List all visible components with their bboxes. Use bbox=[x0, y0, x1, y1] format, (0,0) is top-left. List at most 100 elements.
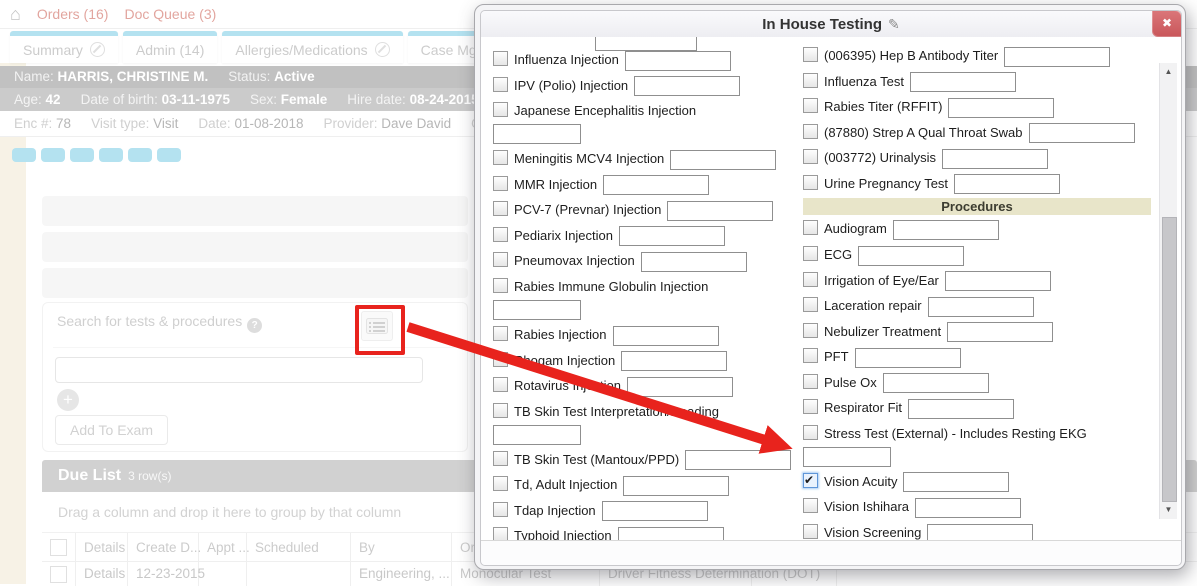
add-to-exam-button[interactable]: Add To Exam bbox=[55, 415, 168, 445]
add-icon[interactable]: + bbox=[57, 389, 79, 411]
dialog-header[interactable]: In House Testing✎ ✖ bbox=[481, 11, 1181, 38]
due-list-cell[interactable] bbox=[199, 562, 247, 586]
due-list-cell[interactable]: Details bbox=[76, 562, 128, 586]
column-header[interactable]: Create D... bbox=[128, 533, 199, 562]
test-checkbox[interactable] bbox=[493, 451, 508, 466]
procedure-result-input[interactable] bbox=[915, 498, 1021, 518]
column-header[interactable]: Appt ... bbox=[199, 533, 247, 562]
test-checkbox[interactable] bbox=[493, 102, 508, 117]
exam-section-header[interactable] bbox=[42, 196, 468, 226]
procedure-checkbox[interactable] bbox=[803, 323, 818, 338]
test-checkbox[interactable] bbox=[493, 403, 508, 418]
test-result-input[interactable] bbox=[493, 124, 581, 144]
test-checkbox[interactable] bbox=[493, 527, 508, 541]
test-result-input[interactable] bbox=[910, 72, 1016, 92]
test-checkbox[interactable] bbox=[493, 176, 508, 191]
due-list-cell[interactable]: 12-23-2015 bbox=[128, 562, 199, 586]
exam-section-header[interactable] bbox=[42, 232, 468, 262]
procedure-checkbox[interactable] bbox=[803, 498, 818, 513]
edit-title-icon[interactable]: ✎ bbox=[888, 16, 900, 32]
procedure-checkbox[interactable] bbox=[803, 297, 818, 312]
procedure-checkbox[interactable] bbox=[803, 524, 818, 539]
test-result-input[interactable] bbox=[685, 450, 791, 470]
test-result-input[interactable] bbox=[625, 51, 731, 71]
note-section-button[interactable] bbox=[70, 148, 94, 162]
due-list-cell[interactable] bbox=[247, 562, 351, 586]
procedure-checkbox[interactable] bbox=[803, 272, 818, 287]
column-header[interactable]: Scheduled bbox=[247, 533, 351, 562]
test-result-input[interactable] bbox=[954, 174, 1060, 194]
test-checkbox[interactable] bbox=[803, 124, 818, 139]
test-checkbox[interactable] bbox=[493, 51, 508, 66]
procedure-result-input[interactable] bbox=[803, 447, 891, 467]
test-checkbox[interactable] bbox=[493, 150, 508, 165]
due-list-cell[interactable] bbox=[42, 562, 76, 586]
test-checkbox[interactable] bbox=[493, 227, 508, 242]
procedure-result-input[interactable] bbox=[883, 373, 989, 393]
column-header[interactable] bbox=[42, 533, 76, 562]
test-result-input[interactable] bbox=[670, 150, 776, 170]
test-checkbox[interactable] bbox=[493, 476, 508, 491]
test-checkbox[interactable] bbox=[803, 149, 818, 164]
modal-scrollbar[interactable]: ▲ ▼ bbox=[1159, 63, 1177, 519]
note-section-button[interactable] bbox=[157, 148, 181, 162]
procedure-result-input[interactable] bbox=[928, 297, 1034, 317]
test-result-input[interactable] bbox=[623, 476, 729, 496]
tests-search-input[interactable] bbox=[55, 357, 423, 383]
test-result-input[interactable] bbox=[602, 501, 708, 521]
chart-tab[interactable]: Summary bbox=[10, 31, 118, 63]
exam-section-header[interactable] bbox=[42, 268, 468, 298]
chart-tab[interactable]: Admin (14) bbox=[123, 31, 217, 63]
procedure-checkbox[interactable] bbox=[803, 348, 818, 363]
procedure-result-input[interactable] bbox=[858, 246, 964, 266]
scroll-down-arrow[interactable]: ▼ bbox=[1160, 503, 1177, 517]
doc-queue-link[interactable]: Doc Queue (3) bbox=[124, 6, 216, 22]
test-checkbox[interactable] bbox=[803, 47, 818, 62]
home-icon[interactable]: ⌂ bbox=[10, 5, 21, 23]
procedure-checkbox[interactable] bbox=[803, 473, 818, 488]
test-checkbox[interactable] bbox=[493, 278, 508, 293]
scrolled-test-result-input[interactable] bbox=[595, 37, 697, 51]
note-section-button[interactable] bbox=[128, 148, 152, 162]
test-result-input[interactable] bbox=[493, 425, 581, 445]
scroll-up-arrow[interactable]: ▲ bbox=[1160, 65, 1177, 79]
test-checkbox[interactable] bbox=[493, 502, 508, 517]
popout-icon[interactable] bbox=[90, 42, 105, 57]
test-result-input[interactable] bbox=[1004, 47, 1110, 67]
procedure-result-input[interactable] bbox=[903, 472, 1009, 492]
procedure-result-input[interactable] bbox=[855, 348, 961, 368]
test-checkbox[interactable] bbox=[493, 377, 508, 392]
test-checkbox[interactable] bbox=[493, 201, 508, 216]
help-icon[interactable]: ? bbox=[247, 318, 262, 333]
procedure-checkbox[interactable] bbox=[803, 399, 818, 414]
orders-link[interactable]: Orders (16) bbox=[37, 6, 109, 22]
test-checkbox[interactable] bbox=[493, 252, 508, 267]
test-result-input[interactable] bbox=[613, 326, 719, 346]
popout-icon[interactable] bbox=[375, 42, 390, 57]
test-checkbox[interactable] bbox=[493, 77, 508, 92]
test-result-input[interactable] bbox=[641, 252, 747, 272]
test-checkbox[interactable] bbox=[803, 175, 818, 190]
test-checkbox[interactable] bbox=[493, 326, 508, 341]
test-checkbox[interactable] bbox=[803, 73, 818, 88]
test-result-input[interactable] bbox=[948, 98, 1054, 118]
note-section-button[interactable] bbox=[99, 148, 123, 162]
procedure-checkbox[interactable] bbox=[803, 425, 818, 440]
test-checkbox[interactable] bbox=[493, 352, 508, 367]
procedure-checkbox[interactable] bbox=[803, 374, 818, 389]
scrollbar-thumb[interactable] bbox=[1162, 217, 1177, 502]
procedure-checkbox[interactable] bbox=[803, 246, 818, 261]
procedure-result-input[interactable] bbox=[947, 322, 1053, 342]
chart-tab[interactable]: Allergies/Medications bbox=[222, 31, 402, 63]
test-result-input[interactable] bbox=[627, 377, 733, 397]
test-result-input[interactable] bbox=[1029, 123, 1135, 143]
column-header[interactable]: Details bbox=[76, 533, 128, 562]
close-button[interactable]: ✖ bbox=[1152, 10, 1182, 37]
note-section-button[interactable] bbox=[12, 148, 36, 162]
test-checkbox[interactable] bbox=[803, 98, 818, 113]
row-checkbox[interactable] bbox=[50, 566, 67, 583]
test-result-input[interactable] bbox=[621, 351, 727, 371]
test-result-input[interactable] bbox=[667, 201, 773, 221]
procedure-result-input[interactable] bbox=[893, 220, 999, 240]
select-all-checkbox[interactable] bbox=[50, 539, 67, 556]
